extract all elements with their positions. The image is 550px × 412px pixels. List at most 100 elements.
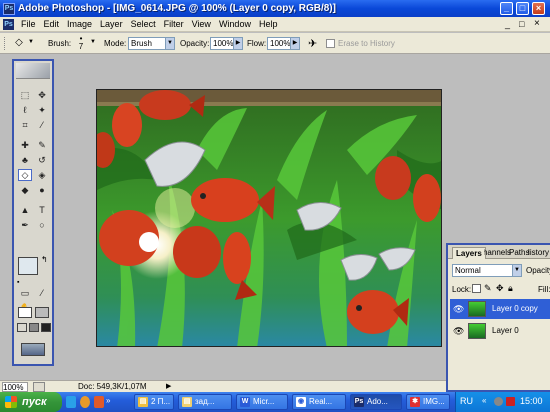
path-selection-tool[interactable]: ▲ bbox=[18, 204, 32, 216]
document-size-info: Doc: 549,3K/1,07M bbox=[78, 382, 147, 391]
history-brush-tool[interactable]: ↺ bbox=[35, 154, 49, 166]
taskbar-button-3[interactable]: W Micr... bbox=[236, 394, 288, 410]
app-quicklaunch-icon[interactable] bbox=[94, 396, 104, 408]
windows-logo-icon bbox=[5, 396, 17, 408]
doc-close-button[interactable]: × bbox=[534, 18, 540, 29]
standard-mode-icon[interactable] bbox=[18, 307, 32, 318]
status-bar: 100% Doc: 549,3K/1,07M ▶ bbox=[0, 380, 446, 392]
quick-mask-mode-icon[interactable] bbox=[35, 307, 49, 318]
lasso-tool[interactable]: ℓ bbox=[18, 104, 32, 116]
flow-label: Flow: bbox=[247, 39, 267, 48]
default-colors-icon[interactable]: ▪ bbox=[17, 279, 19, 286]
magic-wand-tool[interactable]: ✦ bbox=[35, 104, 49, 116]
mode-label: Mode: bbox=[104, 39, 127, 48]
flow-input[interactable]: 100% bbox=[267, 37, 291, 50]
dodge-tool[interactable]: ● bbox=[35, 184, 49, 196]
eraser-preset-icon[interactable]: ◇ bbox=[12, 37, 26, 50]
status-icon[interactable] bbox=[33, 382, 45, 392]
marquee-tool[interactable]: ⬚ bbox=[18, 89, 32, 101]
menu-help[interactable]: Help bbox=[255, 19, 282, 29]
document-icon[interactable]: Ps bbox=[3, 18, 14, 30]
minimize-button[interactable]: _ bbox=[500, 2, 513, 15]
chevron-down-icon[interactable]: ▼ bbox=[28, 39, 34, 45]
layer-row-layer-0-copy[interactable]: 👁︎ Layer 0 copy bbox=[450, 299, 550, 319]
flow-arrow-icon[interactable]: ▶ bbox=[290, 37, 300, 50]
pen-tool[interactable]: ✒ bbox=[18, 219, 32, 231]
title-bar[interactable]: Ps Adobe Photoshop - [IMG_0614.JPG @ 100… bbox=[0, 0, 550, 17]
menu-window[interactable]: Window bbox=[215, 19, 255, 29]
screen-mode-full-icon[interactable] bbox=[41, 323, 51, 332]
healing-brush-tool[interactable]: ✚ bbox=[18, 139, 32, 151]
status-menu-arrow-icon[interactable]: ▶ bbox=[166, 382, 171, 392]
eyedropper-tool[interactable]: ⁄ bbox=[35, 287, 49, 299]
layer-name: Layer 0 bbox=[492, 326, 519, 335]
tab-history[interactable]: History bbox=[528, 247, 550, 259]
blend-mode-chevron-icon[interactable]: ▼ bbox=[512, 264, 522, 277]
menu-view[interactable]: View bbox=[188, 19, 215, 29]
taskbar-button-5[interactable]: Ps Ado... bbox=[350, 394, 402, 410]
slice-tool[interactable]: ⁄ bbox=[35, 119, 49, 131]
crop-tool[interactable]: ⌗ bbox=[18, 119, 32, 131]
menu-layer[interactable]: Layer bbox=[96, 19, 127, 29]
language-indicator[interactable]: RU bbox=[460, 396, 473, 406]
visibility-eye-icon[interactable]: 👁︎ bbox=[453, 304, 464, 315]
brush-preview[interactable]: • 7 bbox=[77, 35, 85, 51]
maximize-button[interactable]: □ bbox=[516, 2, 529, 15]
paint-bucket-tool[interactable]: ◈ bbox=[35, 169, 49, 181]
clone-stamp-tool[interactable]: ♣ bbox=[18, 154, 32, 166]
swap-colors-icon[interactable]: ↰ bbox=[41, 255, 48, 264]
screen-mode-full-menu-icon[interactable] bbox=[29, 323, 39, 332]
taskbar-button-6[interactable]: ✱ IMG... bbox=[406, 394, 450, 410]
doc-minimize-button[interactable]: _ bbox=[505, 19, 510, 29]
photoshop-app-icon[interactable]: Ps bbox=[3, 2, 15, 15]
visibility-eye-icon[interactable]: 👁︎ bbox=[453, 326, 464, 337]
mode-select[interactable]: Brush bbox=[128, 37, 166, 50]
brush-tool[interactable]: ✎ bbox=[35, 139, 49, 151]
taskbar-button-1[interactable]: ▤ 2 П... bbox=[134, 394, 174, 410]
blend-mode-select[interactable]: Normal bbox=[452, 264, 514, 277]
menu-filter[interactable]: Filter bbox=[160, 19, 188, 29]
airbrush-icon[interactable]: ✈ bbox=[308, 37, 317, 50]
menu-image[interactable]: Image bbox=[63, 19, 96, 29]
shape-tool[interactable]: ○ bbox=[35, 219, 49, 231]
grip-handle[interactable] bbox=[4, 37, 6, 50]
show-desktop-icon[interactable] bbox=[66, 396, 76, 408]
toolbox-header-feather[interactable] bbox=[16, 63, 50, 79]
browser-quicklaunch-icon[interactable] bbox=[80, 396, 90, 408]
lock-all-icon[interactable]: 🔒︎ bbox=[508, 283, 513, 294]
tab-layers[interactable]: Layers bbox=[452, 247, 486, 259]
opacity-arrow-icon[interactable]: ▶ bbox=[233, 37, 243, 50]
type-tool[interactable]: T bbox=[35, 204, 49, 216]
tray-app-icon[interactable] bbox=[494, 397, 503, 406]
document-canvas[interactable] bbox=[96, 89, 442, 347]
move-tool[interactable]: ✥ bbox=[35, 89, 49, 101]
quicklaunch-overflow-icon[interactable]: » bbox=[106, 396, 114, 408]
menu-file[interactable]: File bbox=[17, 19, 40, 29]
layer-row-layer-0[interactable]: 👁︎ Layer 0 bbox=[450, 321, 550, 341]
start-button[interactable]: пуск bbox=[0, 392, 62, 412]
foreground-color-swatch[interactable] bbox=[18, 257, 38, 275]
menu-select[interactable]: Select bbox=[127, 19, 160, 29]
doc-restore-button[interactable]: □ bbox=[519, 19, 524, 29]
brush-size: 7 bbox=[78, 42, 84, 51]
lock-transparency-icon[interactable] bbox=[472, 284, 481, 293]
zoom-level-field[interactable]: 100% bbox=[2, 382, 28, 392]
tray-security-icon[interactable] bbox=[506, 397, 515, 406]
taskbar-button-4[interactable]: ◉ Real... bbox=[292, 394, 346, 410]
tray-expand-icon[interactable]: « bbox=[482, 396, 486, 405]
opacity-input[interactable]: 100% bbox=[210, 37, 234, 50]
screen-mode-standard-icon[interactable] bbox=[17, 323, 27, 332]
eraser-tool[interactable]: ◇ bbox=[18, 169, 32, 181]
brush-chevron-icon[interactable]: ▼ bbox=[90, 39, 96, 45]
jump-to-imageready-icon[interactable] bbox=[21, 343, 45, 356]
taskbar-button-2[interactable]: ▤ зад... bbox=[178, 394, 232, 410]
notes-tool[interactable]: ▭ bbox=[18, 287, 32, 299]
lock-position-icon[interactable]: ✥ bbox=[496, 283, 504, 294]
blur-tool[interactable]: ◆ bbox=[18, 184, 32, 196]
lock-pixels-icon[interactable]: ✎ bbox=[484, 283, 492, 294]
erase-to-history-checkbox[interactable] bbox=[326, 39, 335, 48]
close-button[interactable]: × bbox=[532, 2, 545, 15]
taskbar-button-label: IMG... bbox=[423, 397, 445, 406]
menu-edit[interactable]: Edit bbox=[40, 19, 64, 29]
mode-select-chevron-icon[interactable]: ▼ bbox=[165, 37, 175, 50]
